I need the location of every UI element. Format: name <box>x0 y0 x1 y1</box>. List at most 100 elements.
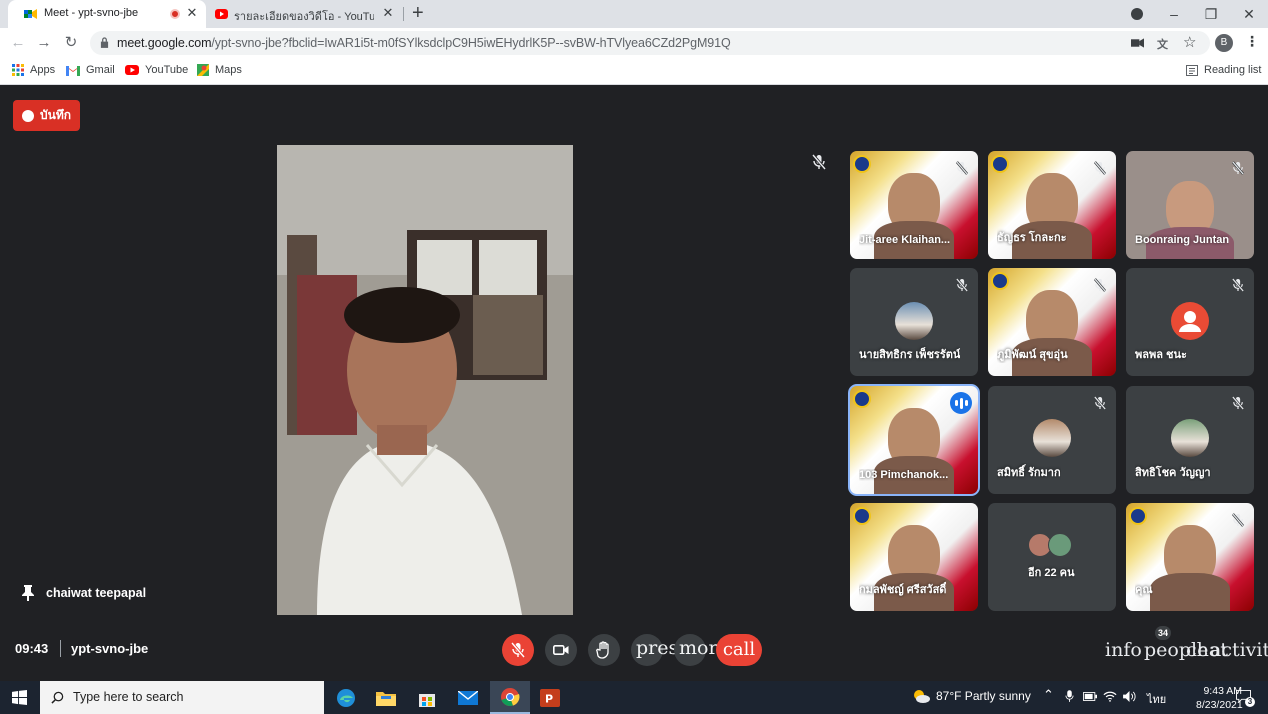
weather-widget[interactable]: 87°F Partly sunny <box>912 689 1031 703</box>
avatar <box>1033 419 1071 457</box>
tab-youtube-studio[interactable]: รายละเอียดของวิดีโอ - YouTube Studio ✕ <box>206 0 402 28</box>
school-seal-icon <box>1129 507 1147 525</box>
maps-icon <box>197 64 209 76</box>
camera-in-use-icon[interactable] <box>1131 38 1144 48</box>
meet-control-bar: 09:43 ypt-svno-jbe prese more call info … <box>0 618 1268 681</box>
bookmark-label: Maps <box>215 64 242 76</box>
windows-start-icon[interactable] <box>12 690 27 705</box>
partly-sunny-icon <box>914 690 930 703</box>
mic-off-icon <box>511 642 525 658</box>
end-call-button[interactable]: call <box>716 634 762 666</box>
participant-name: 103 Pimchanok... <box>859 469 949 481</box>
people-count-badge: 34 <box>1155 626 1172 640</box>
participant-tile[interactable]: สมิทธิ์ รักมาก <box>988 386 1116 494</box>
pinned-video[interactable] <box>277 145 573 615</box>
taskbar-mail[interactable] <box>448 681 488 714</box>
volume-icon[interactable] <box>1123 691 1136 702</box>
close-tab-icon[interactable]: ✕ <box>381 6 395 20</box>
bookmark-maps[interactable]: Maps <box>197 64 242 76</box>
avatar <box>1048 533 1072 557</box>
participant-tile[interactable]: ธัญธร โกละกะ <box>988 151 1116 259</box>
new-tab-button[interactable]: + <box>412 2 424 25</box>
close-tab-icon[interactable]: ✕ <box>185 6 199 20</box>
search-icon <box>51 691 64 704</box>
raise-hand-button[interactable] <box>588 634 620 666</box>
bookmark-gmail[interactable]: Gmail <box>66 64 115 76</box>
microphone-toggle-button[interactable] <box>502 634 534 666</box>
minimize-button[interactable]: – <box>1162 4 1186 24</box>
pin-icon[interactable] <box>22 585 34 601</box>
show-hidden-icons-icon[interactable]: ⌃ <box>1043 687 1054 703</box>
taskbar-edge[interactable] <box>326 681 366 714</box>
notification-count-badge: 3 <box>1245 697 1255 707</box>
participant-tile[interactable]: ภูมิพัฒน์ สุขอุ่น <box>988 268 1116 376</box>
participant-name: กมลพัชญ์ ศรีสวัสดิ์ <box>859 584 947 596</box>
meeting-code: ypt-svno-jbe <box>71 641 149 656</box>
participant-tile[interactable]: Boonraing Juntan <box>1126 151 1254 259</box>
back-icon[interactable]: ← <box>9 34 27 52</box>
profile-avatar[interactable]: B <box>1215 34 1233 52</box>
mic-off-icon <box>955 278 969 297</box>
reading-list-label: Reading list <box>1204 64 1262 76</box>
wifi-icon[interactable] <box>1103 691 1117 702</box>
taskbar-store[interactable] <box>407 681 447 714</box>
battery-icon[interactable] <box>1083 692 1097 701</box>
bookmark-label: YouTube <box>145 64 189 76</box>
microphone-tray-icon[interactable] <box>1065 690 1074 703</box>
more-options-button[interactable]: more <box>674 634 729 666</box>
translate-icon[interactable]: 文 <box>1157 36 1168 52</box>
taskbar-powerpoint[interactable]: P <box>530 681 570 714</box>
avatar <box>1171 419 1209 457</box>
school-seal-icon <box>991 272 1009 290</box>
apps-grid-icon <box>12 64 24 76</box>
close-window-button[interactable]: ✕ <box>1237 4 1261 24</box>
participant-tile[interactable]: 103 Pimchanok... <box>848 384 980 496</box>
tab-search-icon[interactable] <box>1131 8 1143 20</box>
hand-icon <box>596 641 609 659</box>
mic-off-icon <box>1231 396 1245 415</box>
input-language[interactable]: ไทย <box>1147 690 1166 708</box>
taskbar-search[interactable]: Type here to search <box>40 681 324 714</box>
tab-meet[interactable]: Meet - ypt-svno-jbe ✕ <box>8 0 206 28</box>
taskbar-chrome[interactable] <box>490 681 530 714</box>
bookmark-youtube[interactable]: YouTube <box>125 64 188 76</box>
participant-tile[interactable]: พลพล ชนะ <box>1126 268 1254 376</box>
mic-off-icon <box>1231 161 1245 180</box>
bookmarks-bar: Apps Gmail YouTube Maps Reading list <box>0 58 1268 85</box>
bookmark-star-icon[interactable]: ☆ <box>1183 33 1196 51</box>
svg-text:P: P <box>545 692 553 705</box>
chrome-icon <box>501 687 520 706</box>
participant-tile[interactable]: สิทธิโชค วัญญา <box>1126 386 1254 494</box>
camera-toggle-button[interactable] <box>545 634 577 666</box>
participant-tile[interactable]: Jit-aree Klaihan... <box>850 151 978 259</box>
participant-name: สิทธิโชค วัญญา <box>1135 467 1211 479</box>
menu-kebab-icon[interactable]: ⋮ <box>1245 33 1259 50</box>
windows-taskbar: Type here to search P 87°F Partly sunny … <box>0 681 1268 714</box>
google-meet-icon <box>24 9 37 19</box>
present-now-button[interactable]: prese <box>631 634 689 666</box>
participant-name: นายสิทธิกร เพ็ชรรัตน์ <box>859 349 961 361</box>
taskbar-file-explorer[interactable] <box>366 681 406 714</box>
participant-tile[interactable]: คุณ <box>1126 503 1254 611</box>
school-seal-icon <box>991 155 1009 173</box>
pinned-participant-name: chaiwat teepapal <box>46 586 147 600</box>
reload-icon[interactable]: ↻ <box>62 34 80 52</box>
activities-button[interactable]: activities <box>1210 639 1268 661</box>
recording-button[interactable]: บันทึก <box>13 100 80 131</box>
videocam-icon <box>553 644 569 655</box>
participant-tile[interactable]: อีก 22 คน <box>988 503 1116 611</box>
forward-icon[interactable]: → <box>35 34 53 52</box>
participant-tile[interactable]: กมลพัชญ์ ศรีสวัสดิ์ <box>850 503 978 611</box>
restore-button[interactable]: ❐ <box>1199 4 1223 24</box>
meeting-details-button[interactable]: info <box>1105 639 1142 661</box>
bookmark-apps[interactable]: Apps <box>12 64 55 76</box>
avatar <box>895 302 933 340</box>
reading-list-button[interactable]: Reading list <box>1186 64 1261 76</box>
school-seal-icon <box>853 390 871 408</box>
address-bar[interactable]: meet.google.com/ypt-svno-jbe?fbclid=IwAR… <box>90 31 1210 55</box>
reading-list-icon <box>1186 64 1198 76</box>
meet-stage: บันทึก chaiwat teepapal Jit-aree Klaihan… <box>0 85 1268 681</box>
youtube-icon <box>215 9 228 19</box>
participant-tile[interactable]: นายสิทธิกร เพ็ชรรัตน์ <box>850 268 978 376</box>
store-icon <box>419 693 435 707</box>
